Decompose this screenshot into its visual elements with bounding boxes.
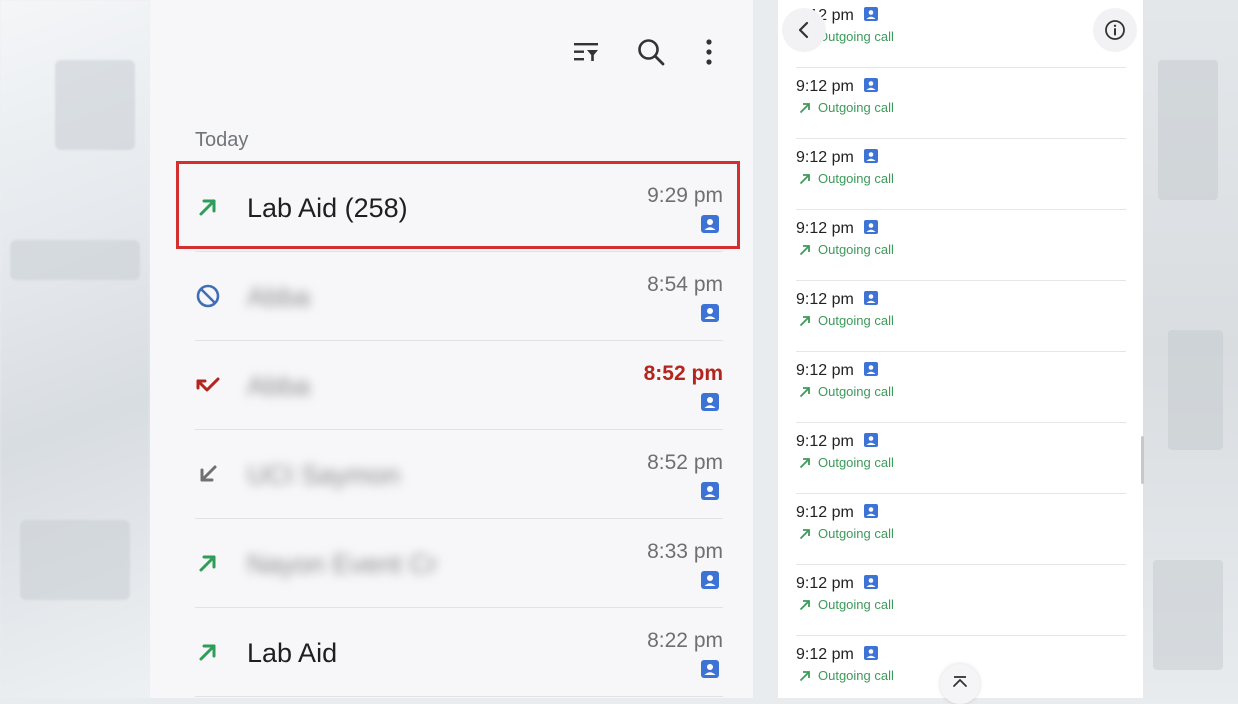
caller-name: Lab Aid [247,638,338,668]
detail-call-type: Outgoing call [818,384,894,399]
outgoing-arrow-icon [799,387,810,398]
detail-call-type: Outgoing call [818,313,894,328]
detail-time: 9:12 pm [796,220,854,237]
detail-call-type: Outgoing call [818,29,894,44]
contact-badge-icon [864,433,878,447]
call-detail-entry: 9:12 pm Outgoing call [796,494,1126,565]
info-button[interactable] [1093,8,1137,52]
outgoing-arrow-icon [799,529,810,540]
contact-badge-icon [864,362,878,376]
contact-badge-icon [864,646,878,660]
detail-call-type: Outgoing call [818,668,894,683]
detail-call-type: Outgoing call [818,242,894,257]
outgoing-arrow-icon [799,671,810,682]
call-time: 8:52 pm [647,451,723,474]
blocked-icon [196,284,220,308]
contact-badge-icon [864,78,878,92]
call-detail-entry: 9:12 pm Outgoing call [796,0,1126,68]
call-row[interactable]: Lab Aid 8:22 pm [195,608,723,697]
more-vert-icon[interactable] [691,34,727,70]
background-right [1143,0,1238,698]
contact-badge-icon [864,7,878,21]
outgoing-arrow-icon [799,174,810,185]
info-icon [1105,20,1125,40]
caller-name: Lab Aid (258) [247,193,408,223]
caller-name: Abba [247,282,311,312]
background-left [0,0,150,698]
call-time: 9:29 pm [647,184,723,207]
contact-badge-icon [701,482,719,500]
call-detail-entry: 9:12 pm Outgoing call [796,565,1126,636]
call-detail-entry: 9:12 pm Outgoing call [796,139,1126,210]
call-time: 8:52 pm [643,362,723,385]
contact-badge-icon [701,660,719,678]
detail-time: 9:12 pm [796,149,854,166]
chevron-up-icon [953,676,967,687]
call-detail-entry: 9:12 pm Outgoing call [796,281,1126,352]
detail-time: 9:12 pm [796,504,854,521]
call-row[interactable]: Abba 8:54 pm [195,252,723,341]
call-detail-entry: 9:12 pm Outgoing call [796,68,1126,139]
caller-name: Abba [247,371,311,401]
call-detail-entry: 9:12 pm Outgoing call [796,423,1126,494]
detail-time: 9:12 pm [796,78,854,95]
outgoing-arrow-icon [799,103,810,114]
outgoing-arrow-icon [199,199,216,216]
caller-name: Nayon Event Cr [247,549,438,579]
contact-badge-icon [864,149,878,163]
contact-badge-icon [864,575,878,589]
outgoing-arrow-icon [799,245,810,256]
detail-time: 9:12 pm [796,291,854,308]
scrollbar-thumb[interactable] [1141,436,1144,484]
contact-badge-icon [701,393,719,411]
contact-badge-icon [701,215,719,233]
call-detail-entry: 9:12 pm Outgoing call [796,210,1126,281]
call-details-panel: 9:12 pm Outgoing call 9:12 pm Outgoing c… [778,0,1143,698]
missed-call-icon [196,377,220,392]
detail-call-type: Outgoing call [818,171,894,186]
contact-badge-icon [701,304,719,322]
detail-time: 9:12 pm [796,575,854,592]
outgoing-arrow-icon [799,600,810,611]
section-header-today: Today [195,129,249,151]
detail-call-type: Outgoing call [818,100,894,115]
caller-name: UCI Saymon [247,460,401,490]
search-icon[interactable] [633,34,669,70]
outgoing-arrow-icon [799,458,810,469]
chevron-left-icon [798,21,809,39]
filter-icon[interactable] [568,34,604,70]
back-button[interactable] [782,8,826,52]
call-time: 8:22 pm [647,629,723,652]
detail-call-type: Outgoing call [818,526,894,541]
call-time: 8:33 pm [647,540,723,563]
call-history-panel: Today Lab Aid (258) 9:29 pm Abba 8:54 pm [150,0,753,698]
contact-badge-icon [701,571,719,589]
call-row[interactable]: Lab Aid (258) 9:29 pm [195,163,723,252]
outgoing-arrow-icon [799,316,810,327]
incoming-arrow-icon [200,465,217,482]
contact-badge-icon [864,220,878,234]
detail-time: 9:12 pm [796,433,854,450]
scroll-to-top-button[interactable] [940,664,980,704]
call-detail-entry: 9:12 pm Outgoing call [796,352,1126,423]
call-row[interactable]: Nayon Event Cr 8:33 pm [195,519,723,608]
detail-time: 9:12 pm [796,646,854,663]
detail-call-type: Outgoing call [818,597,894,612]
contact-badge-icon [864,504,878,518]
call-row[interactable]: UCI Saymon 8:52 pm [195,430,723,519]
outgoing-arrow-icon [199,555,216,572]
contact-badge-icon [864,291,878,305]
detail-time: 9:12 pm [796,362,854,379]
call-row[interactable]: Abba 8:52 pm [195,341,723,430]
detail-call-type: Outgoing call [818,455,894,470]
call-time: 8:54 pm [647,273,723,296]
outgoing-arrow-icon [199,644,216,661]
